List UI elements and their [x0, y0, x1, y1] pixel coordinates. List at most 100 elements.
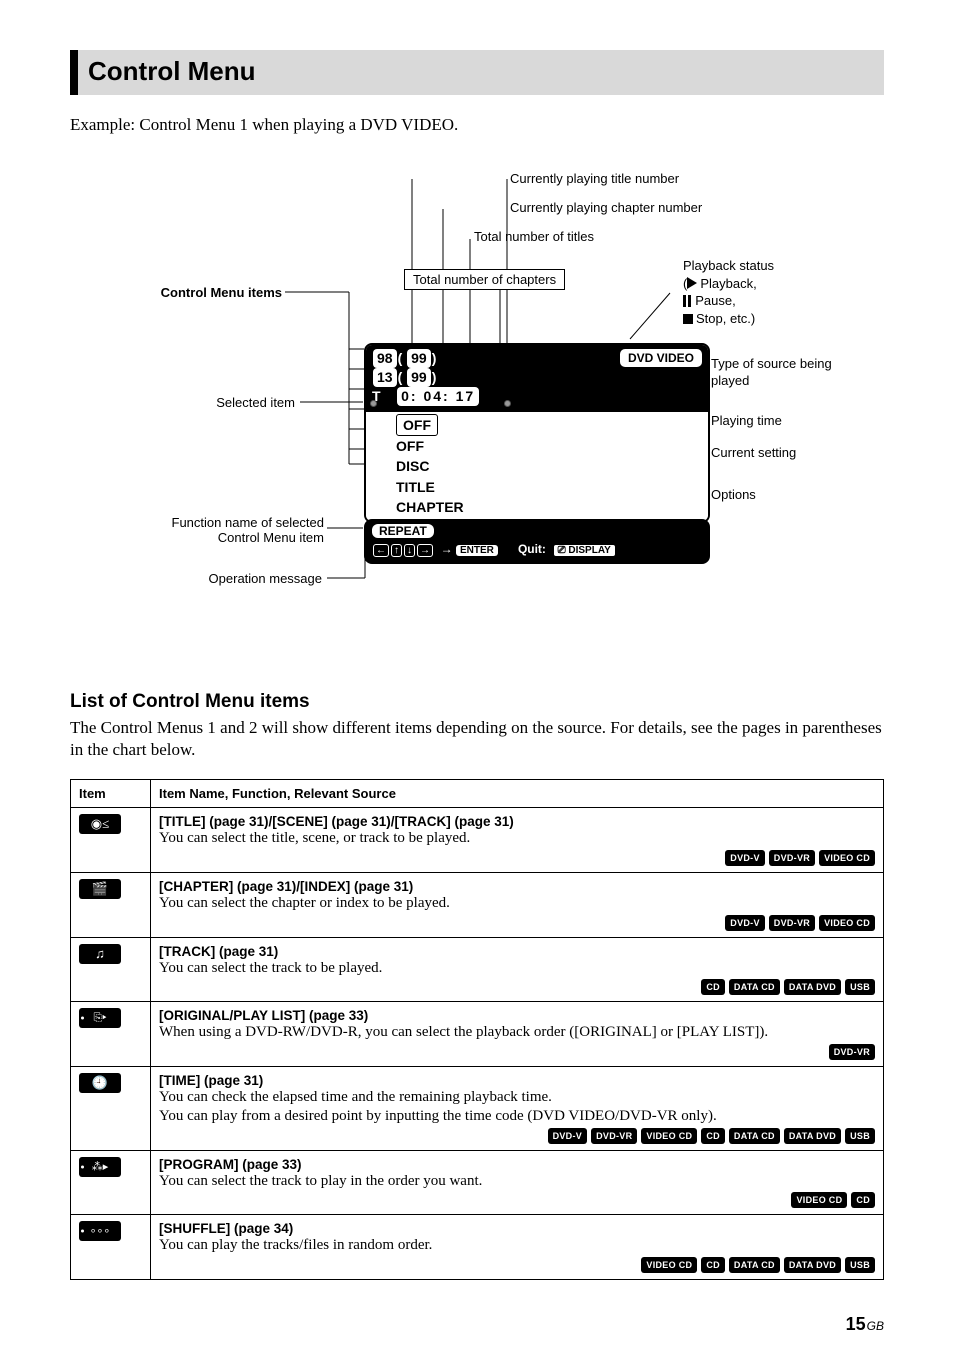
playback-play: Playback, — [700, 276, 756, 291]
osd-title-cur: 98 — [373, 349, 397, 368]
osd-row-1: OFF — [396, 438, 424, 454]
osd-source: DVD VIDEO — [620, 349, 702, 367]
badge: VIDEO CD — [641, 1257, 697, 1273]
arrow-left-icon: ← — [373, 544, 389, 557]
badge: VIDEO CD — [641, 1128, 697, 1144]
badge: CD — [701, 1257, 725, 1273]
osd-quit-label: Quit: — [518, 542, 546, 556]
osd-chapter-cur: 13 — [373, 368, 397, 387]
label-total-titles: Total number of titles — [474, 229, 594, 244]
osd-selected-dot-right — [504, 400, 511, 407]
osd-row-4: CHAPTER — [396, 499, 464, 515]
badge: CD — [701, 1128, 725, 1144]
label-func-name-l2: Control Menu item — [218, 530, 324, 545]
item-icon: ♫ — [79, 944, 121, 964]
item-desc: You can play the tracks/files in random … — [159, 1236, 875, 1255]
badge: DATA DVD — [784, 1128, 841, 1144]
badge: DVD-VR — [829, 1044, 875, 1060]
item-icon-cell: ∘∘∘ — [71, 1215, 151, 1280]
item-desc: When using a DVD-RW/DVD-R, you can selec… — [159, 1023, 875, 1042]
item-icon: ∘∘∘ — [79, 1221, 121, 1241]
badge: USB — [845, 1257, 875, 1273]
item-desc-cell: [SHUFFLE] (page 34)You can play the trac… — [151, 1215, 884, 1280]
label-selected-item: Selected item — [130, 395, 295, 410]
badge: DATA DVD — [784, 1257, 841, 1273]
badges: VIDEO CDCDDATA CDDATA DVDUSB — [159, 1257, 875, 1273]
item-title: [ORIGINAL/PLAY LIST] (page 33) — [159, 1008, 875, 1023]
item-title: [TRACK] (page 31) — [159, 944, 875, 959]
arrow-right-icon: → — [417, 544, 433, 557]
page-suffix: GB — [867, 1319, 884, 1333]
table-row: 🎬[CHAPTER] (page 31)/[INDEX] (page 31)Yo… — [71, 872, 884, 937]
item-desc-cell: [PROGRAM] (page 33)You can select the tr… — [151, 1150, 884, 1215]
item-icon-cell: ◉≤ — [71, 808, 151, 873]
playback-status-head: Playback status — [683, 258, 774, 273]
section-title: Control Menu — [88, 56, 874, 87]
badges: DVD-VR — [159, 1044, 875, 1060]
playback-pause: Pause, — [695, 293, 735, 308]
item-desc-cell: [TIME] (page 31)You can check the elapse… — [151, 1067, 884, 1151]
osd-display: 98( 99) 13( 99) DVD VIDEO T 0: 04: 17 OF… — [364, 343, 710, 523]
badges: DVD-VDVD-VRVIDEO CD — [159, 850, 875, 866]
osd-chapter-total: 99 — [407, 368, 431, 387]
dot-icon — [81, 1017, 84, 1020]
badge: DVD-VR — [769, 850, 815, 866]
item-icon: ⎘▸ — [79, 1008, 121, 1028]
badges: VIDEO CDCD — [159, 1192, 875, 1208]
dot-icon — [81, 1165, 84, 1168]
item-icon: ⁂▸ — [79, 1157, 121, 1177]
badge: DVD-VR — [591, 1128, 637, 1144]
item-desc-cell: [TRACK] (page 31)You can select the trac… — [151, 937, 884, 1002]
items-body: ◉≤[TITLE] (page 31)/[SCENE] (page 31)/[T… — [71, 808, 884, 1280]
osd-row-3: TITLE — [396, 479, 435, 495]
badge: VIDEO CD — [819, 850, 875, 866]
osd-time-value: 0: 04: 17 — [397, 387, 479, 406]
osd-row-0: OFF — [396, 414, 438, 436]
badges: DVD-VDVD-VRVIDEO CD — [159, 915, 875, 931]
item-icon-cell: ⁂▸ — [71, 1150, 151, 1215]
item-icon-cell: 🎬 — [71, 872, 151, 937]
badge: CD — [851, 1192, 875, 1208]
table-row: ∘∘∘ [SHUFFLE] (page 34)You can play the t… — [71, 1215, 884, 1280]
osd-row-2: DISC — [396, 458, 429, 474]
osd-footer: REPEAT ←↑↓→ → ENTER Quit: ⎚ DISPLAY — [364, 519, 710, 564]
item-desc: You can select the track to play in the … — [159, 1172, 875, 1191]
item-icon-cell: 🕘 — [71, 1067, 151, 1151]
table-row: 🕘[TIME] (page 31)You can check the elaps… — [71, 1067, 884, 1151]
badge: CD — [701, 979, 725, 995]
item-desc-cell: [ORIGINAL/PLAY LIST] (page 33)When using… — [151, 1002, 884, 1067]
table-row: ⎘▸ [ORIGINAL/PLAY LIST] (page 33)When usi… — [71, 1002, 884, 1067]
label-current-setting: Current setting — [711, 445, 796, 460]
badge: USB — [845, 979, 875, 995]
badges: CDDATA CDDATA DVDUSB — [159, 979, 875, 995]
item-desc: You can play from a desired point by inp… — [159, 1107, 875, 1126]
item-icon-cell: ♫ — [71, 937, 151, 1002]
label-type-source: Type of source being played — [711, 356, 871, 390]
item-desc: You can select the track to be played. — [159, 959, 875, 978]
badge: USB — [845, 1128, 875, 1144]
osd-bottom: OFF OFF DISC TITLE CHAPTER — [366, 412, 708, 521]
badge: DATA CD — [729, 979, 780, 995]
stop-icon — [683, 314, 693, 324]
osd-display-text: DISPLAY — [568, 545, 610, 556]
page-number: 15GB — [70, 1314, 884, 1335]
item-title: [TIME] (page 31) — [159, 1073, 875, 1088]
page-number-value: 15 — [846, 1314, 866, 1334]
item-title: [SHUFFLE] (page 34) — [159, 1221, 875, 1236]
play-icon — [687, 277, 697, 289]
item-desc: You can select the chapter or index to b… — [159, 894, 875, 913]
label-playback-status: Playback status (Playback, Pause, Stop, … — [683, 257, 774, 327]
th-item: Item — [71, 780, 151, 808]
arrow-down-icon: ↓ — [404, 544, 415, 557]
item-icon-cell: ⎘▸ — [71, 1002, 151, 1067]
section-title-bar: Control Menu — [70, 50, 884, 95]
osd-enter: ENTER — [456, 545, 498, 556]
label-total-chapters: Total number of chapters — [404, 269, 565, 290]
badge: DATA DVD — [784, 979, 841, 995]
badge: DVD-V — [725, 850, 765, 866]
badge: DVD-V — [548, 1128, 588, 1144]
item-title: [PROGRAM] (page 33) — [159, 1157, 875, 1172]
th-desc: Item Name, Function, Relevant Source — [151, 780, 884, 808]
example-text: Example: Control Menu 1 when playing a D… — [70, 115, 884, 135]
badge: VIDEO CD — [819, 915, 875, 931]
